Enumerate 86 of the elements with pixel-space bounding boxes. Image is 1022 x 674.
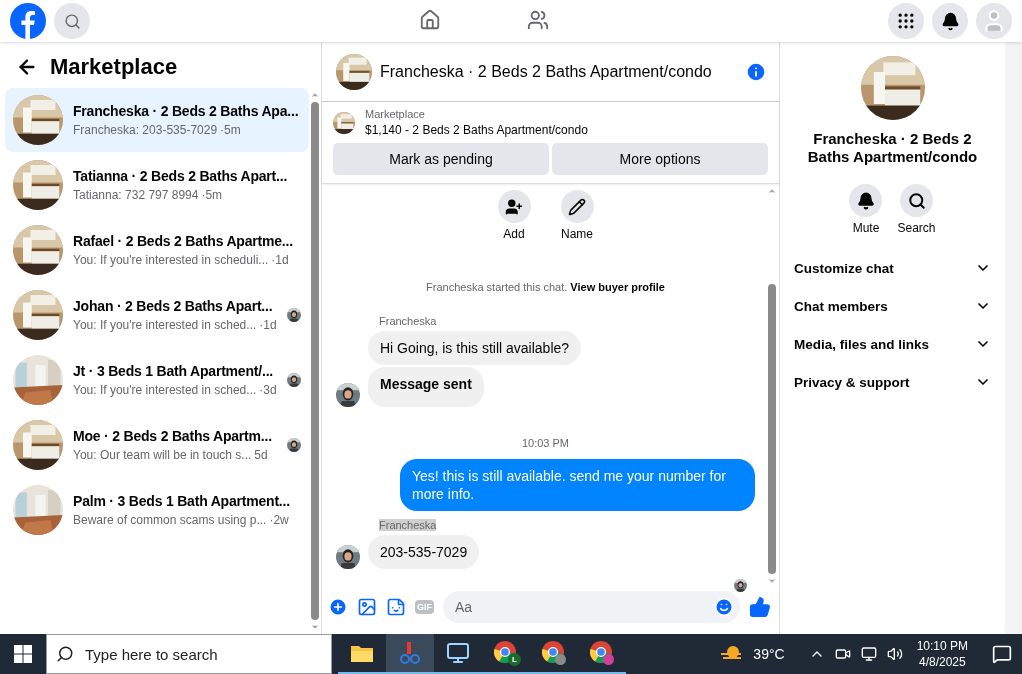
notifications-button[interactable] (932, 3, 968, 39)
bell-icon (940, 11, 960, 31)
info-icon[interactable] (745, 60, 767, 83)
message-bubble: 203-535-7029 (368, 535, 480, 569)
message-time: ·1d (271, 253, 289, 267)
listing-button[interactable]: More options (552, 143, 768, 175)
add-person-icon (505, 197, 523, 216)
message-time: ·1d (259, 318, 277, 332)
message-time: 5d (254, 448, 268, 462)
buyer-profile-link[interactable]: View buyer profile (570, 281, 665, 293)
chat-notice: Francheska started this chat. (426, 281, 568, 293)
message-time: ·3d (259, 383, 277, 397)
details-section[interactable]: Media, files and links (794, 325, 991, 363)
conversation-title: Jt · 3 Beds 1 Bath Apartment/... (73, 363, 274, 379)
taskbar-search-field[interactable]: Type here to search (46, 634, 332, 674)
house-icon (419, 8, 441, 31)
browser-icon (589, 640, 615, 666)
page-title: Marketplace (50, 54, 178, 80)
listing-title: $1,140 - 2 Beds 2 Baths Apartment/condo (365, 123, 588, 137)
chat-title: Francheska · 2 Beds 2 Baths Apartment/condo (380, 62, 713, 81)
conversation-title: Palm · 3 Beds 1 Bath Apartment... (73, 493, 291, 509)
menu-button[interactable] (888, 3, 924, 39)
bell-icon (857, 191, 875, 210)
conversation-title: Moe · 2 Beds 2 Baths Apartm... (73, 428, 273, 444)
monitor-icon (446, 641, 470, 665)
profile-badge: L (508, 653, 521, 666)
scissors-icon (399, 641, 421, 665)
message-bubble: Message sent (368, 367, 484, 407)
camera-icon[interactable] (834, 646, 851, 662)
conversation-title: Johan · 2 Beds 2 Baths Apart... (73, 298, 274, 314)
search-icon (56, 645, 74, 663)
message-bubble: Hi Going, is this still available? (368, 331, 582, 365)
plus-icon[interactable] (328, 597, 348, 617)
search-button[interactable] (54, 3, 90, 39)
message-time: ·5m (220, 123, 241, 137)
timestamp: 10:03 PM (521, 437, 570, 449)
pencil-icon (568, 197, 586, 216)
conversation-title: Francheska · 2 Beds 2 Baths Apa... (73, 103, 300, 119)
thumbs-up-icon[interactable] (749, 596, 771, 618)
windows-icon (14, 645, 32, 663)
volume-icon[interactable] (886, 646, 903, 662)
message-time: ·2w (269, 513, 289, 527)
conversation-title: Rafael · 2 Beds 2 Baths Apartme... (73, 233, 294, 249)
clock-date: 4/8/2025 (918, 655, 966, 669)
logo[interactable] (10, 3, 46, 39)
grid-icon (896, 11, 916, 31)
people-icon (527, 8, 549, 31)
weather-temperature: 39°C (753, 646, 785, 662)
search-icon (63, 12, 81, 30)
conversation-item[interactable]: Tatianna · 2 Beds 2 Baths Apart... Tatianna: 732 797 8994 ·5m (5, 153, 309, 217)
taskbar-app[interactable]: L (482, 634, 530, 674)
conversation-item[interactable]: Palm · 3 Beds 1 Bath Apartment... Beware of common scams using p... ·2w (5, 478, 309, 542)
conversation-item[interactable]: Johan · 2 Beds 2 Baths Apart... You: If you're interested in sched... ·1d (5, 283, 309, 347)
image-icon[interactable] (357, 597, 377, 617)
sender-name: Francheska (379, 519, 437, 531)
notifications-icon[interactable] (992, 644, 1012, 664)
message-preview: You: Our team will be in touch s... (73, 448, 252, 462)
message-preview: Francheska: 203-535-7029 (73, 123, 218, 137)
browser-icon (541, 640, 567, 666)
network-icon[interactable] (860, 646, 877, 662)
conversation-title: Tatianna · 2 Beds 2 Baths Apart... (73, 168, 289, 184)
conversation-item[interactable]: Moe · 2 Beds 2 Baths Apartm... You: Our team will be in touch s... 5d (5, 413, 309, 477)
message-bubble: Yes! this is still available. send me your number for more info. (400, 459, 755, 511)
conversation-item[interactable]: Rafael · 2 Beds 2 Baths Apartme... You: If you're interested in scheduli... ·1d (5, 218, 309, 282)
search-icon (907, 191, 926, 210)
details-section[interactable]: Privacy & support (794, 363, 991, 401)
clock-time: 10:10 PM (916, 639, 968, 653)
message-field[interactable]: Aa (443, 591, 740, 623)
listing-button[interactable]: Mark as pending (333, 143, 549, 175)
sticker-icon[interactable] (386, 597, 406, 617)
message-preview: Beware of common scams using p... (73, 513, 267, 527)
message-preview: You: If you're interested in scheduli... (73, 253, 269, 267)
details-section[interactable]: Chat members (794, 287, 991, 325)
conversation-item[interactable]: Francheska · 2 Beds 2 Baths Apa... Francheska: 203-535-7029 ·5m (5, 88, 309, 152)
message-time: ·5m (201, 188, 223, 202)
conversation-item[interactable]: Jt · 3 Beds 1 Bath Apartment/... You: If you're interested in sched... ·3d (5, 348, 309, 412)
scrollbar-thumb[interactable] (310, 102, 319, 620)
conversation-name: Francheska · 2 Beds 2 Baths Apartment/condo (806, 130, 979, 166)
message-preview: You: If you're interested in sched... (73, 318, 257, 332)
listing-label: Marketplace (365, 108, 426, 120)
message-preview: You: If you're interested in sched... (73, 383, 257, 397)
details-section[interactable]: Customize chat (794, 249, 991, 287)
scrollbar-thumb[interactable] (768, 284, 776, 574)
message-preview: Tatianna: 732 797 8994 (73, 188, 199, 202)
sender-name: Francheska (379, 315, 437, 327)
folder-icon (350, 643, 374, 663)
